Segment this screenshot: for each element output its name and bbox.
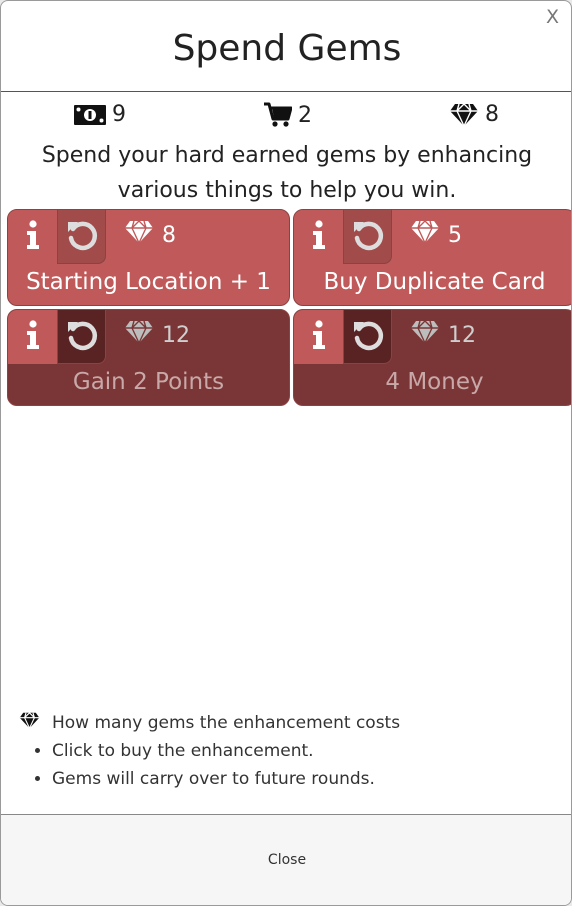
legend-gem-text: How many gems the enhancement costs — [52, 713, 401, 733]
shopping-cart-icon — [264, 102, 292, 128]
cost: 12 — [410, 320, 476, 350]
gem-value: 8 — [485, 102, 499, 127]
gem-icon — [410, 320, 440, 350]
gem-icon — [449, 102, 479, 127]
undo-button[interactable] — [58, 210, 106, 264]
info-button[interactable] — [294, 210, 344, 264]
stats-bar: 9 2 8 — [1, 102, 571, 132]
cart-stat: 2 — [264, 102, 312, 128]
close-x-button[interactable]: X — [546, 7, 559, 27]
undo-icon — [65, 318, 99, 356]
undo-button[interactable] — [58, 310, 106, 364]
list-item: Click to buy the enhancement. — [52, 737, 539, 765]
gem-icon — [410, 220, 440, 250]
enhancement-card[interactable]: 8 Starting Location + 1 — [7, 209, 290, 306]
undo-button[interactable] — [344, 310, 392, 364]
gem-stat: 8 — [449, 102, 499, 127]
enhancement-label: Starting Location + 1 — [26, 269, 271, 295]
enhancement-card[interactable]: 12 4 Money — [293, 309, 571, 406]
description: Spend your hard earned gems by enhancing… — [41, 143, 533, 203]
info-button[interactable] — [8, 210, 58, 264]
close-button[interactable]: Close — [1, 852, 571, 868]
money-stat: 9 — [74, 102, 126, 127]
info-icon — [312, 320, 326, 354]
dialog-footer: Close — [1, 815, 571, 905]
cost: 8 — [124, 220, 176, 250]
enhancement-label: 4 Money — [385, 369, 484, 395]
enhancement-label: Buy Duplicate Card — [323, 269, 546, 295]
legend-gem-row: How many gems the enhancement costs — [19, 709, 539, 737]
list-item: Gems will carry over to future rounds. — [52, 765, 539, 793]
cost: 5 — [410, 220, 462, 250]
cost-value: 8 — [162, 222, 176, 248]
gem-icon — [124, 220, 154, 250]
money-bill-icon — [74, 104, 106, 125]
undo-icon — [351, 218, 385, 256]
enhancement-label: Gain 2 Points — [72, 369, 225, 395]
undo-icon — [65, 218, 99, 256]
enhancement-card[interactable]: 12 Gain 2 Points — [7, 309, 290, 406]
gem-icon — [19, 712, 52, 734]
info-button[interactable] — [8, 310, 58, 364]
gem-icon — [124, 320, 154, 350]
header-divider — [1, 91, 571, 92]
cost-value: 5 — [448, 222, 462, 248]
undo-button[interactable] — [344, 210, 392, 264]
legend: How many gems the enhancement costs Clic… — [19, 709, 539, 793]
undo-icon — [351, 318, 385, 356]
spend-gems-dialog: X Spend Gems 9 2 8 Spend your hard earne… — [0, 0, 572, 906]
cost-value: 12 — [448, 322, 476, 348]
cost-value: 12 — [162, 322, 190, 348]
money-value: 9 — [112, 102, 126, 127]
info-icon — [26, 320, 40, 354]
legend-list: Click to buy the enhancement. Gems will … — [19, 737, 539, 793]
info-icon — [26, 220, 40, 254]
info-button[interactable] — [294, 310, 344, 364]
cost: 12 — [124, 320, 190, 350]
info-icon — [312, 220, 326, 254]
dialog-title: Spend Gems — [172, 28, 402, 69]
cart-value: 2 — [298, 102, 312, 128]
enhancement-card[interactable]: 5 Buy Duplicate Card — [293, 209, 571, 306]
